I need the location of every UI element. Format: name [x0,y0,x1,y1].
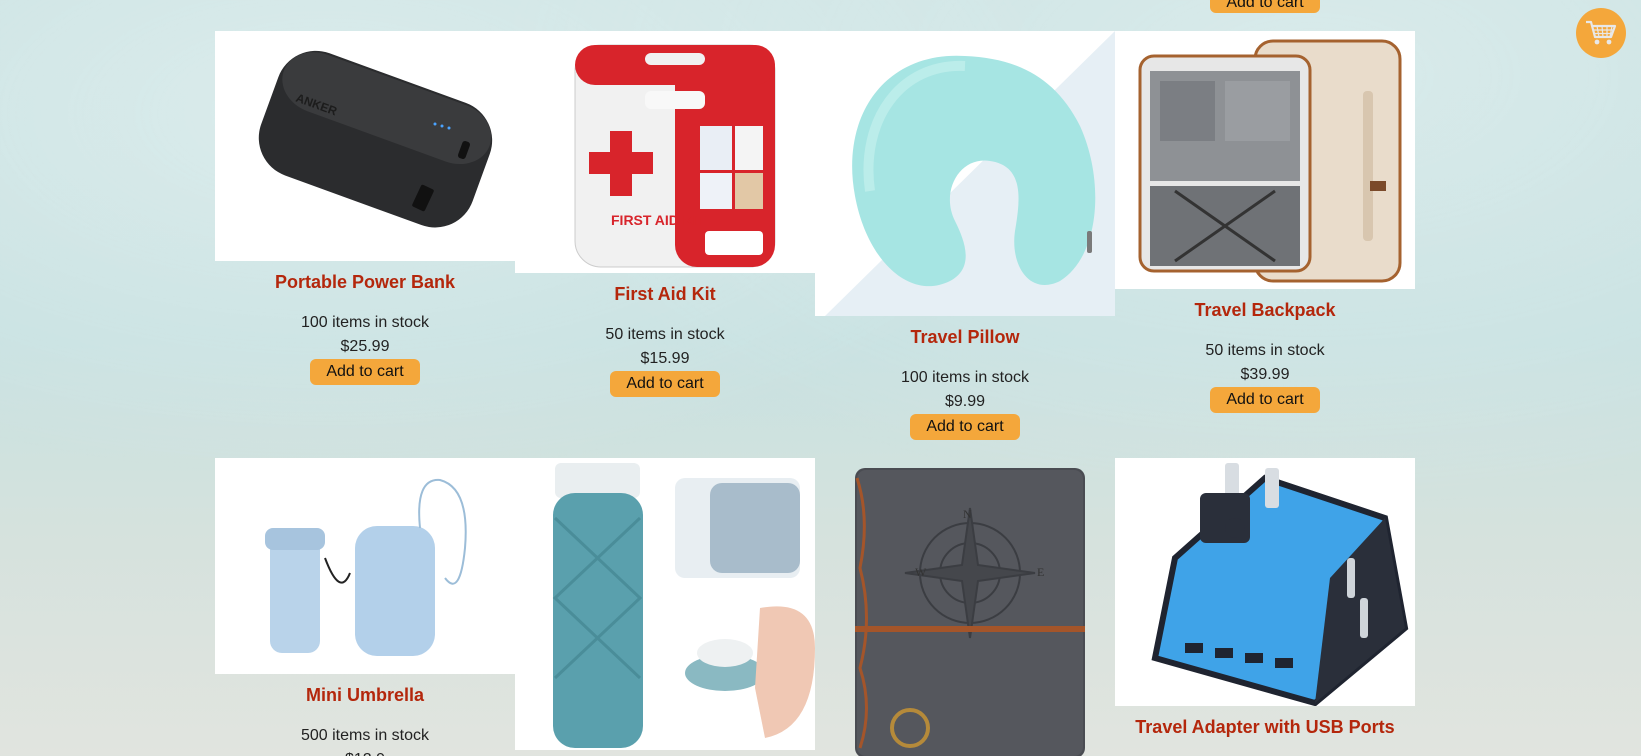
svg-text:FIRST AID KIT: FIRST AID KIT [611,212,706,228]
product-title[interactable]: Mini Umbrella [215,684,515,706]
product-price: $39.99 [1240,366,1290,383]
stock-count: 50 items in stock [1205,342,1325,359]
product-image-collapsible-water-bottle[interactable] [515,458,815,750]
product-title[interactable]: Portable Power Bank [215,271,515,293]
stock-count: 100 items in stock [300,314,430,331]
product-card: N W E [815,458,1115,756]
stock-count: 50 items in stock [605,326,725,343]
shopping-cart-icon [1586,20,1617,45]
product-price: $9.99 [944,393,986,410]
product-price: $25.99 [340,338,390,355]
product-card [515,458,815,750]
product-image-travel-adapter[interactable] [1115,458,1415,706]
product-price: $15.99 [640,350,690,367]
add-to-cart-button[interactable]: Add to cart [1210,387,1320,413]
product-image-umbrella[interactable] [215,458,515,674]
product-card: Travel Pillow 100 items in stock $9.99 A… [815,31,1115,440]
product-price: $12.9 [215,748,515,756]
svg-text:W: W [915,565,927,579]
add-to-cart-button[interactable]: Add to cart [1210,0,1320,13]
stock-count: 100 items in stock [900,369,1030,386]
product-card: FIRST AID KIT First Aid Kit 50 items in … [515,31,815,397]
stock-count: 500 items in stock [300,727,430,744]
product-title[interactable]: First Aid Kit [515,283,815,305]
product-image-neck-pillow[interactable] [815,31,1115,316]
product-title[interactable]: Travel Backpack [1115,299,1415,321]
add-to-cart-button[interactable]: Add to cart [310,359,420,385]
svg-text:N: N [963,507,972,521]
add-to-cart-button[interactable]: Add to cart [910,414,1020,440]
product-image-backpack[interactable] [1115,31,1415,289]
product-title[interactable]: Travel Pillow [815,326,1115,348]
product-image-first-aid-kit[interactable]: FIRST AID KIT [515,31,815,273]
product-card: ANKER Portable Power Bank 100 items in s… [215,31,515,385]
product-card: Travel Backpack 50 items in stock $39.99… [1115,31,1415,413]
cart-button[interactable] [1576,8,1626,58]
product-image-leather-journal[interactable]: N W E [815,458,1115,756]
svg-text:E: E [1037,565,1044,579]
product-card: Mini Umbrella 500 items in stock $12.9 [215,458,515,756]
add-to-cart-button[interactable]: Add to cart [610,371,720,397]
product-card: Travel Adapter with USB Ports [1115,458,1415,738]
product-title[interactable]: Travel Adapter with USB Ports [1115,716,1415,738]
product-image-power-bank[interactable]: ANKER [215,31,515,261]
